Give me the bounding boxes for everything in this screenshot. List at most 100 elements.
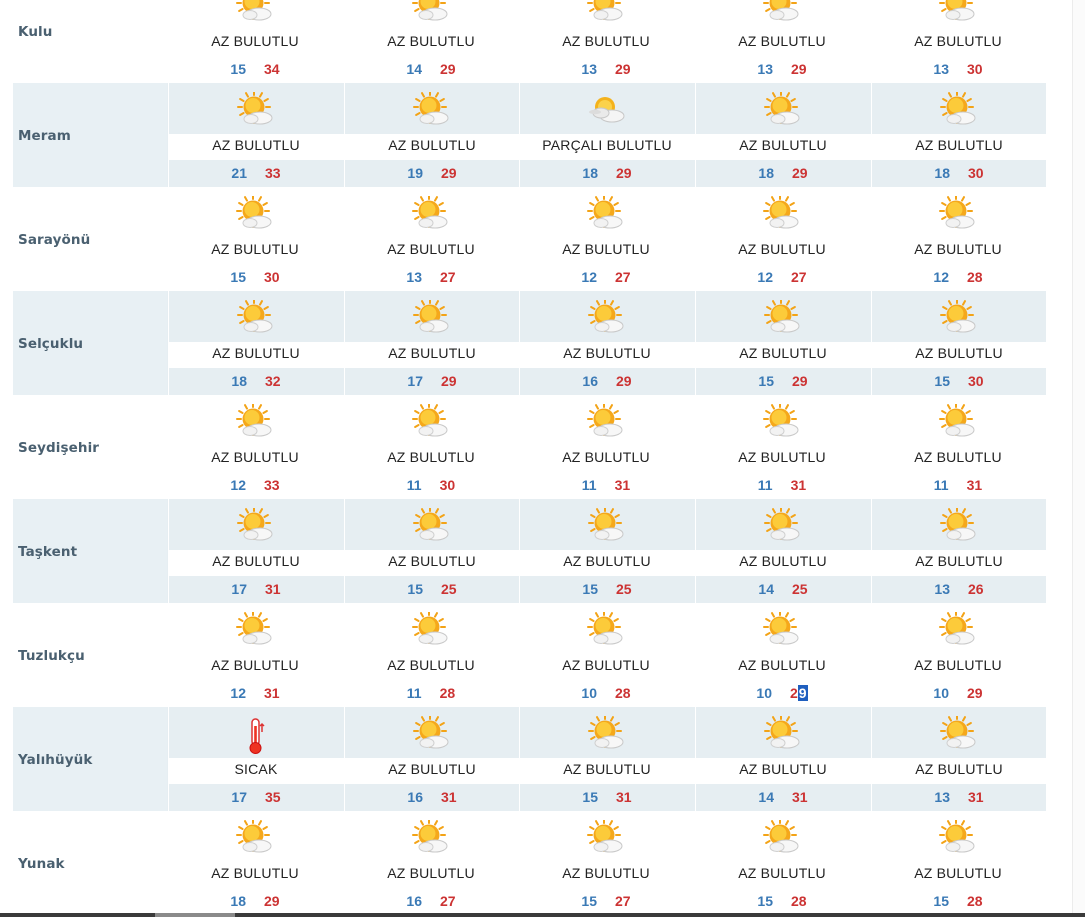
temperature-range: 11 31: [519, 477, 693, 493]
partly-sunny-icon: [587, 506, 627, 544]
district-row: Meram AZ BULUTLU 21 33 AZ BULUTLU 19 29 PARÇALI…: [13, 83, 1046, 187]
max-temp: 32: [265, 373, 281, 389]
max-temp: 28: [967, 269, 983, 285]
forecast-day-cell: AZ BULUTLU 17 31: [168, 499, 343, 603]
forecast-day-cell: AZ BULUTLU 15 30: [168, 187, 342, 291]
condition-label: AZ BULUTLU: [562, 33, 650, 49]
condition-label: AZ BULUTLU: [914, 241, 1002, 257]
min-temp: 14: [758, 789, 774, 805]
partly-sunny-icon: [762, 610, 802, 648]
partly-sunny-icon: [586, 402, 626, 440]
max-temp: 30: [967, 61, 983, 77]
condition-label: AZ BULUTLU: [211, 33, 299, 49]
condition-label: AZ BULUTLU: [914, 449, 1002, 465]
max-temp: 29: [616, 373, 632, 389]
min-temp: 15: [230, 269, 246, 285]
partly-sunny-icon: [939, 506, 979, 544]
forecast-day-cell: AZ BULUTLU 15 29: [695, 291, 870, 395]
condition-label: AZ BULUTLU: [387, 657, 475, 673]
forecast-day-cell: AZ BULUTLU 17 29: [344, 291, 519, 395]
max-temp: 31: [614, 477, 631, 493]
partly-sunny-icon: [762, 818, 802, 856]
condition-label: AZ BULUTLU: [739, 345, 827, 361]
condition-label: AZ BULUTLU: [211, 865, 299, 881]
min-temp: 15: [582, 581, 598, 597]
condition-label: AZ BULUTLU: [211, 449, 299, 465]
max-temp: 27: [615, 893, 631, 909]
condition-label: AZ BULUTLU: [914, 33, 1002, 49]
forecast-day-cell: AZ BULUTLU 12 27: [695, 187, 869, 291]
condition-label: SICAK: [234, 761, 278, 777]
condition-label: AZ BULUTLU: [738, 449, 826, 465]
condition-label: AZ BULUTLU: [388, 553, 476, 569]
min-temp: 17: [231, 581, 247, 597]
max-temp: 29: [441, 373, 457, 389]
max-temp: 31: [790, 477, 807, 493]
condition-label: AZ BULUTLU: [738, 657, 826, 673]
partly-sunny-icon: [763, 298, 803, 336]
min-temp: 15: [934, 373, 950, 389]
temperature-range: 16 27: [344, 893, 518, 909]
temperature-range: 15 34: [168, 61, 342, 77]
temperature-range: 17 29: [345, 373, 519, 389]
condition-label: AZ BULUTLU: [563, 553, 651, 569]
forecast-day-cell: PARÇALI BULUTLU 18 29: [519, 83, 694, 187]
min-temp: 15: [582, 789, 598, 805]
condition-label: AZ BULUTLU: [739, 137, 827, 153]
max-temp: 29: [967, 685, 983, 701]
district-name-cell: Yunak: [13, 811, 167, 915]
temperature-range: 12 27: [519, 269, 693, 285]
temperature-range: 12 27: [695, 269, 869, 285]
max-temp: 35: [265, 789, 281, 805]
min-temp: 19: [407, 165, 423, 181]
forecast-day-cell: AZ BULUTLU 18 30: [871, 83, 1046, 187]
temperature-range: 15 29: [696, 373, 870, 389]
condition-label: AZ BULUTLU: [563, 345, 651, 361]
district-name: Tuzlukçu: [18, 648, 85, 664]
temperature-range: 15 30: [168, 269, 342, 285]
temperature-range: 15 28: [695, 893, 869, 909]
temperature-range: 18 30: [872, 165, 1046, 181]
partly-sunny-icon: [587, 298, 627, 336]
partly-sunny-icon: [586, 818, 626, 856]
partly-sunny-icon: [412, 506, 452, 544]
max-temp: 30: [968, 373, 984, 389]
forecast-day-cell: AZ BULUTLU 13 30: [871, 0, 1045, 83]
min-temp: 14: [406, 61, 422, 77]
max-temp: 29: [264, 893, 280, 909]
forecast-day-cell: AZ BULUTLU 15 34: [168, 0, 342, 83]
temperature-range: 11 31: [695, 477, 869, 493]
condition-label: AZ BULUTLU: [738, 33, 826, 49]
max-temp: 28: [967, 893, 983, 909]
horizontal-scrollbar-thumb[interactable]: [155, 913, 235, 917]
district-name: Taşkent: [18, 544, 78, 560]
forecast-day-cell: AZ BULUTLU 16 31: [344, 707, 519, 811]
max-temp: 27: [440, 893, 456, 909]
partly-sunny-icon: [762, 402, 802, 440]
partly-sunny-icon: [412, 298, 452, 336]
district-row: Yalıhüyük SICAK 17 35 AZ BULUTLU 16 31 AZ BULUT…: [13, 707, 1046, 811]
min-temp: 11: [581, 477, 597, 493]
max-temp: 31: [441, 789, 457, 805]
forecast-day-cell: AZ BULUTLU 14 31: [695, 707, 870, 811]
temperature-range: 19 29: [345, 165, 519, 181]
min-temp: 16: [407, 789, 423, 805]
vertical-scrollbar[interactable]: [1072, 0, 1085, 917]
forecast-day-cell: AZ BULUTLU 15 31: [519, 707, 694, 811]
min-temp: 18: [934, 165, 950, 181]
max-temp: 29: [616, 165, 632, 181]
max-temp: 28: [439, 685, 456, 701]
min-temp: 11: [933, 477, 949, 493]
max-temp: 29: [791, 61, 807, 77]
district-row: Yunak AZ BULUTLU 18 29 AZ BULUTLU 16 27 AZ BULU…: [13, 811, 1046, 915]
partly-sunny-icon: [412, 714, 452, 752]
forecast-day-cell: AZ BULUTLU 21 33: [168, 83, 343, 187]
condition-label: AZ BULUTLU: [914, 865, 1002, 881]
partly-sunny-icon: [235, 402, 275, 440]
district-name: Sarayönü: [18, 232, 91, 248]
condition-label: AZ BULUTLU: [562, 241, 650, 257]
temperature-range: 15 27: [519, 893, 693, 909]
partly-sunny-icon: [762, 0, 802, 24]
partly-sunny-icon: [938, 402, 978, 440]
condition-label: AZ BULUTLU: [739, 553, 827, 569]
